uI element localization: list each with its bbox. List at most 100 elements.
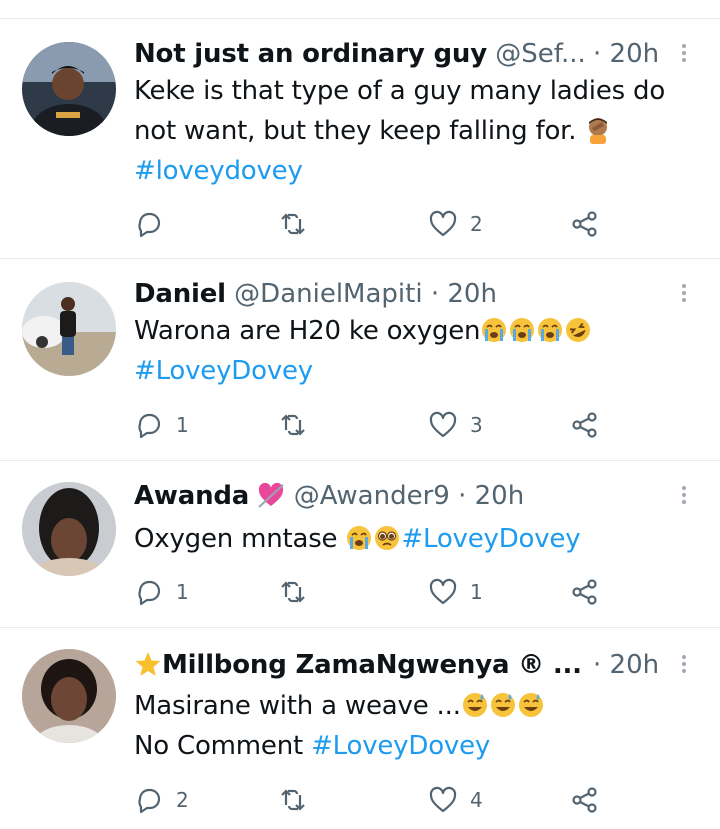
heart-icon bbox=[429, 786, 457, 813]
tweet-line: Oxygen mntase #LoveyDovey bbox=[134, 519, 704, 559]
like-button[interactable]: 3 bbox=[428, 408, 483, 442]
top-divider bbox=[0, 0, 720, 19]
timestamp[interactable]: · 20h bbox=[593, 650, 659, 680]
facepalm-emoji-icon bbox=[589, 118, 608, 144]
tweet[interactable]: Not just an ordinary guy @Sef... · 20h K… bbox=[0, 19, 720, 259]
display-name[interactable]: Not just an ordinary guy bbox=[134, 39, 487, 69]
tweet-header: Daniel @DanielMapiti · 20h bbox=[134, 277, 497, 311]
timestamp[interactable]: · 20h bbox=[431, 279, 497, 309]
tweet-line: #loveydovey bbox=[134, 151, 704, 191]
tweet-text: Masirane with a weave ... No Comment #Lo… bbox=[134, 686, 704, 766]
like-count: 1 bbox=[470, 580, 483, 604]
tweet-line: Warona are H20 ke oxygen bbox=[134, 311, 704, 351]
text-segment: Warona are H20 ke oxygen bbox=[134, 316, 481, 346]
tweet-text: Oxygen mntase #LoveyDovey bbox=[134, 519, 704, 559]
text-segment: No Comment bbox=[134, 731, 312, 761]
retweet-button[interactable] bbox=[278, 207, 308, 241]
crying-emoji-icon bbox=[347, 526, 372, 550]
heart-icon bbox=[429, 578, 457, 605]
pleading-emoji-icon bbox=[375, 526, 400, 550]
tweet-time-wrap: · 20h bbox=[593, 37, 659, 71]
tweet-line: Keke is that type of a guy many ladies d… bbox=[134, 71, 704, 111]
hashtag-link[interactable]: #LoveyDovey bbox=[134, 356, 313, 386]
heart-arrow-emoji-icon bbox=[258, 482, 285, 508]
avatar[interactable] bbox=[22, 282, 116, 376]
like-button[interactable]: 2 bbox=[428, 207, 483, 241]
crying-emoji-icon bbox=[482, 318, 507, 342]
share-button[interactable] bbox=[570, 408, 600, 442]
retweet-button[interactable] bbox=[278, 575, 308, 609]
reply-button[interactable]: 1 bbox=[134, 408, 189, 442]
hashtag-link[interactable]: #LoveyDovey bbox=[311, 731, 490, 761]
retweet-button[interactable] bbox=[278, 408, 308, 442]
display-name[interactable]: Daniel bbox=[134, 279, 226, 309]
tweet-line: Masirane with a weave ... bbox=[134, 686, 704, 726]
retweet-icon bbox=[281, 414, 305, 436]
avatar[interactable] bbox=[22, 482, 116, 576]
grin-sweat-emoji-icon bbox=[462, 693, 487, 717]
like-count: 3 bbox=[470, 413, 483, 437]
hashtag-link[interactable]: #loveydovey bbox=[134, 156, 303, 186]
grin-sweat-emoji-icon bbox=[490, 693, 515, 717]
share-icon bbox=[572, 787, 597, 813]
action-bar: 1 1 bbox=[134, 575, 634, 609]
crying-emoji-icon bbox=[538, 318, 563, 342]
heart-icon bbox=[429, 411, 457, 438]
tweet-time-wrap: · 20h bbox=[593, 648, 659, 682]
share-button[interactable] bbox=[570, 575, 600, 609]
more-vertical-icon[interactable] bbox=[676, 483, 692, 509]
like-button[interactable]: 4 bbox=[428, 783, 483, 817]
share-button[interactable] bbox=[570, 783, 600, 817]
reply-count: 1 bbox=[176, 413, 189, 437]
more-vertical-icon[interactable] bbox=[676, 41, 692, 67]
grin-sweat-emoji-icon bbox=[518, 693, 543, 717]
more-vertical-icon[interactable] bbox=[676, 652, 692, 678]
tweet-text: Warona are H20 ke oxygen #LoveyDovey bbox=[134, 311, 704, 391]
text-segment: not want, but they keep falling for. bbox=[134, 116, 585, 146]
text-segment: Keke is that type of a guy many ladies d… bbox=[134, 76, 666, 106]
avatar[interactable] bbox=[22, 649, 116, 743]
tweet-line: No Comment #LoveyDovey bbox=[134, 726, 704, 766]
share-icon bbox=[572, 412, 597, 438]
hashtag-link[interactable]: #LoveyDovey bbox=[401, 524, 580, 554]
star-emoji-icon bbox=[135, 652, 161, 676]
tweet[interactable]: Awanda @Awander9 · 20h Oxygen mntase #Lo… bbox=[0, 461, 720, 628]
handle[interactable]: @DanielMapiti bbox=[234, 279, 422, 309]
text-segment: Masirane with a weave ... bbox=[134, 691, 461, 721]
reply-count: 2 bbox=[176, 788, 189, 812]
reply-button[interactable] bbox=[134, 207, 164, 241]
reply-icon bbox=[138, 788, 161, 814]
tweet[interactable]: Millbong ZamaNgwenya ® ... · 20h Masiran… bbox=[0, 628, 720, 829]
reply-icon bbox=[138, 413, 161, 439]
tweet[interactable]: Daniel @DanielMapiti · 20h Warona are H2… bbox=[0, 259, 720, 461]
reply-icon bbox=[138, 580, 161, 606]
reply-count: 1 bbox=[176, 580, 189, 604]
more-vertical-icon[interactable] bbox=[676, 281, 692, 307]
action-bar: 1 3 bbox=[134, 408, 634, 442]
tweet-header: Not just an ordinary guy @Sef... bbox=[134, 37, 586, 71]
like-count: 4 bbox=[470, 788, 483, 812]
share-button[interactable] bbox=[570, 207, 600, 241]
display-name[interactable]: Awanda bbox=[134, 481, 249, 511]
retweet-icon bbox=[281, 789, 305, 811]
timestamp[interactable]: · 20h bbox=[458, 481, 524, 511]
tweet-line: #LoveyDovey bbox=[134, 351, 704, 391]
rofl-emoji-icon bbox=[566, 318, 591, 342]
heart-icon bbox=[429, 210, 457, 237]
crying-emoji-icon bbox=[510, 318, 535, 342]
like-count: 2 bbox=[470, 212, 483, 236]
action-bar: 2 4 bbox=[134, 783, 634, 817]
tweet-header: Awanda @Awander9 · 20h bbox=[134, 479, 524, 513]
display-name[interactable]: Millbong ZamaNgwenya ® ... bbox=[162, 650, 582, 680]
handle[interactable]: @Awander9 bbox=[294, 481, 450, 511]
retweet-button[interactable] bbox=[278, 783, 308, 817]
share-icon bbox=[572, 211, 597, 237]
handle[interactable]: @Sef... bbox=[495, 39, 586, 69]
reply-button[interactable]: 2 bbox=[134, 783, 189, 817]
tweet-line: not want, but they keep falling for. bbox=[134, 111, 704, 151]
avatar[interactable] bbox=[22, 42, 116, 136]
reply-button[interactable]: 1 bbox=[134, 575, 189, 609]
like-button[interactable]: 1 bbox=[428, 575, 483, 609]
timestamp[interactable]: · 20h bbox=[593, 39, 659, 69]
retweet-icon bbox=[281, 213, 305, 235]
